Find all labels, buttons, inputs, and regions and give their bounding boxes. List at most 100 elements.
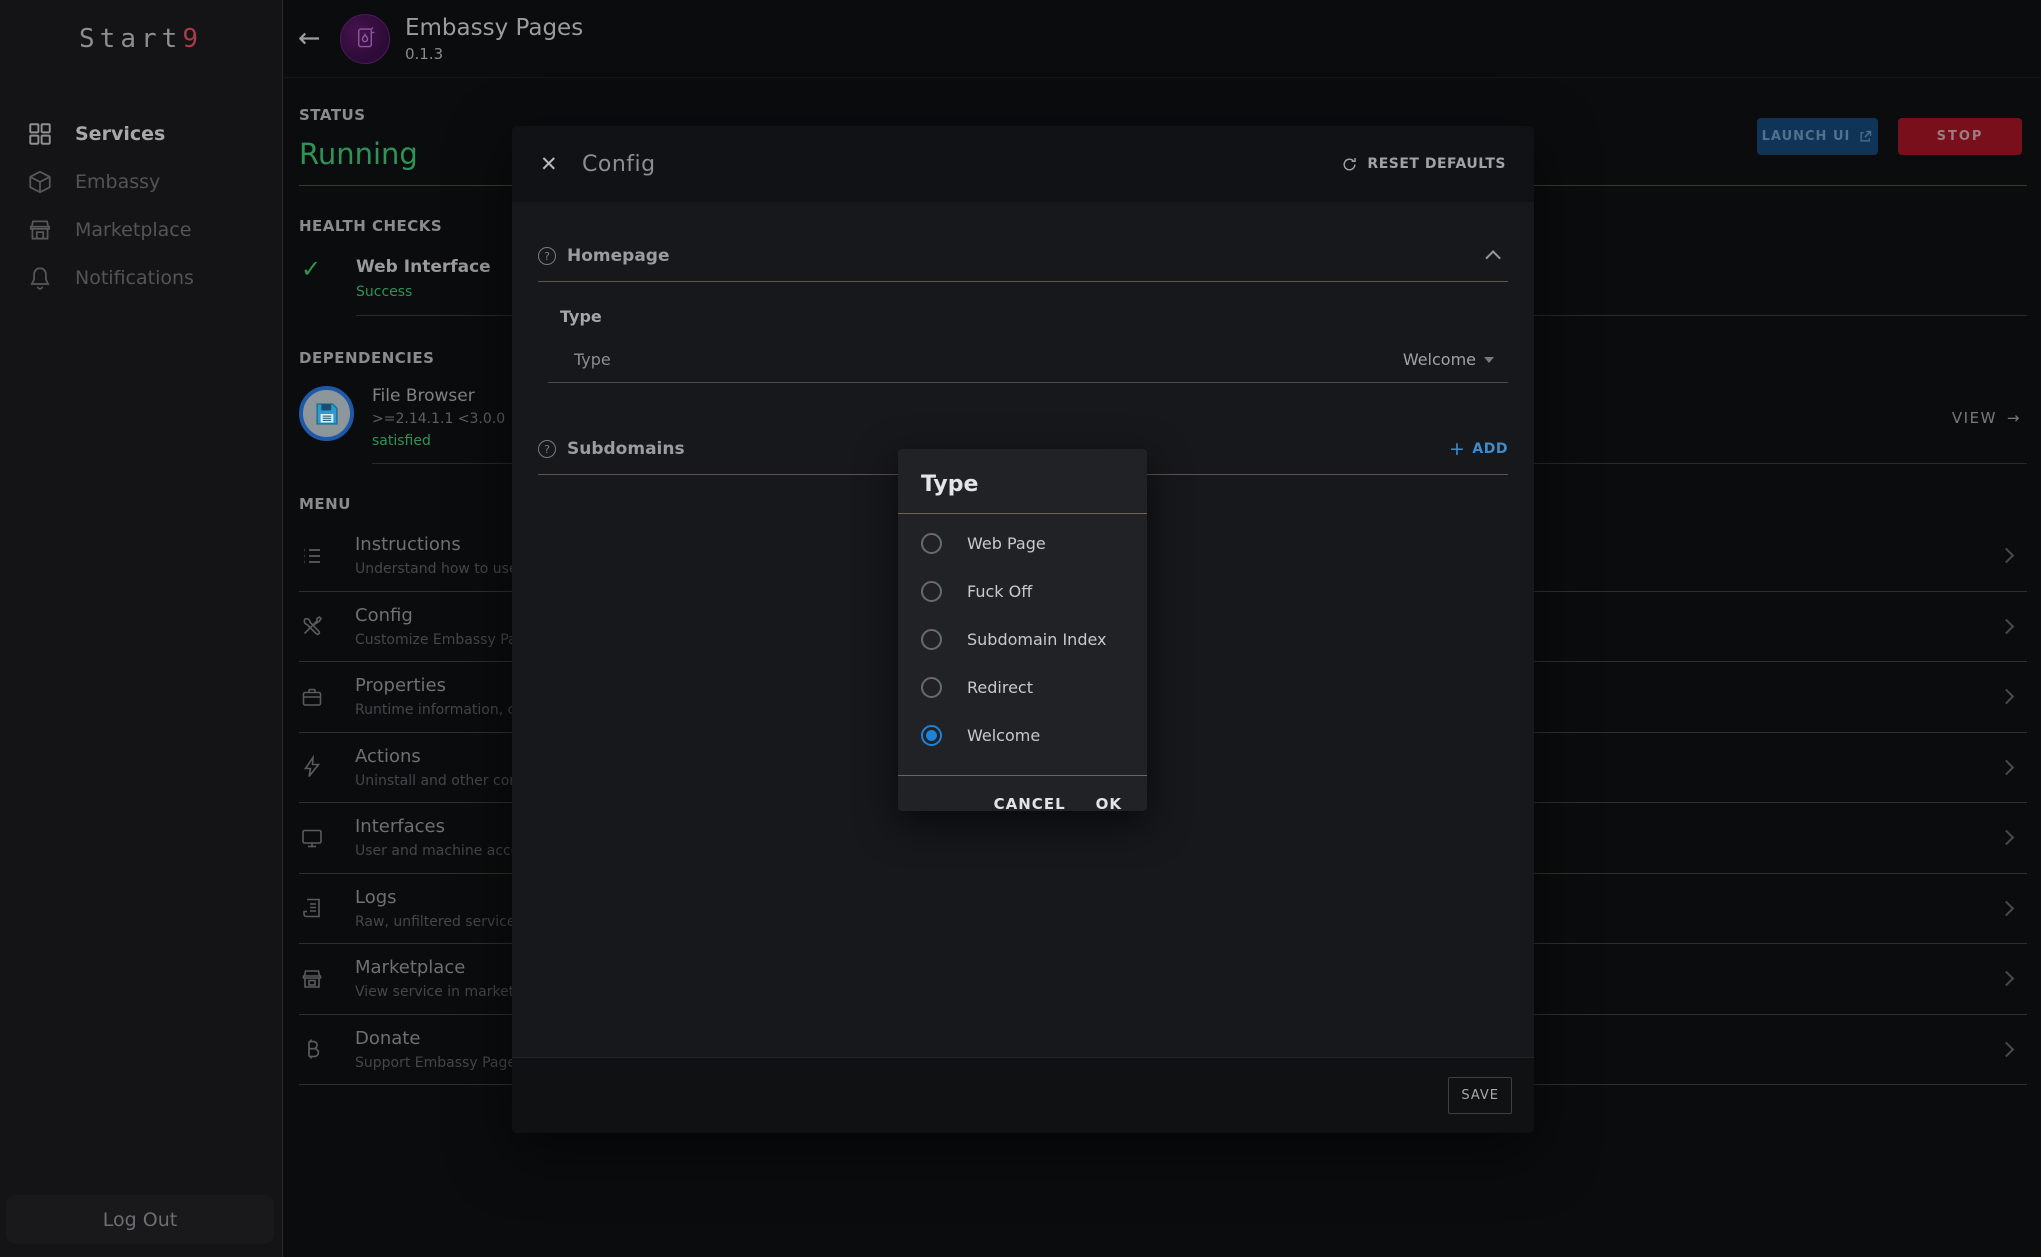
stop-button[interactable]: STOP xyxy=(1898,118,2022,155)
check-success-icon: ✓ xyxy=(299,257,356,300)
radio-option-redirect[interactable]: Redirect xyxy=(898,663,1147,711)
radio-option-welcome[interactable]: Welcome xyxy=(898,711,1147,759)
bitcoin-icon xyxy=(300,1037,324,1061)
radio-option-fuck-off[interactable]: Fuck Off xyxy=(898,567,1147,615)
logs-icon xyxy=(300,896,324,920)
menu-item-subtitle: Runtime information, cr xyxy=(355,702,521,718)
bell-icon xyxy=(27,265,53,291)
chevron-right-icon xyxy=(1999,1041,2015,1057)
homepage-section-header[interactable]: ? Homepage xyxy=(538,246,1508,266)
divider xyxy=(898,513,1147,514)
lightning-icon xyxy=(300,755,324,779)
config-modal-header: ✕ Config RESET DEFAULTS xyxy=(512,126,1534,202)
menu-item-subtitle: View service in marketpl xyxy=(355,984,527,1000)
menu-item-subtitle: Support Embassy Pages xyxy=(355,1055,523,1071)
sidebar-item-label: Embassy xyxy=(75,171,160,193)
sidebar-item-label: Services xyxy=(75,123,165,145)
config-modal-title: Config xyxy=(582,152,656,177)
menu-item-text: Actions Uninstall and other com xyxy=(355,746,523,789)
ok-button[interactable]: OK xyxy=(1096,795,1122,813)
radio-option-subdomain-index[interactable]: Subdomain Index xyxy=(898,615,1147,663)
sidebar-item-marketplace[interactable]: Marketplace xyxy=(0,206,282,254)
grid-icon xyxy=(27,121,53,147)
menu-item-title: Interfaces xyxy=(355,816,527,837)
list-icon xyxy=(300,544,324,568)
type-group-label: Type xyxy=(560,307,1508,326)
menu-item-text: Marketplace View service in marketpl xyxy=(355,957,527,1000)
dependency-info: File Browser >=2.14.1.1 <3.0.0 satisfied xyxy=(372,386,505,449)
file-browser-icon xyxy=(299,386,354,441)
type-options-list: Web Page Fuck Off Subdomain Index Redire… xyxy=(898,519,1147,759)
help-icon[interactable]: ? xyxy=(538,440,556,458)
menu-item-title: Properties xyxy=(355,675,521,696)
menu-item-subtitle: Customize Embassy Pag xyxy=(355,632,526,648)
radio-icon xyxy=(921,725,942,746)
menu-item-title: Donate xyxy=(355,1028,523,1049)
storefront-icon xyxy=(27,217,53,243)
menu-item-subtitle: Uninstall and other com xyxy=(355,773,523,789)
caret-down-icon xyxy=(1484,357,1494,363)
sidebar-item-notifications[interactable]: Notifications xyxy=(0,254,282,302)
page-title: Embassy Pages xyxy=(405,15,583,41)
cancel-button[interactable]: CANCEL xyxy=(994,795,1066,813)
type-dialog-title: Type xyxy=(898,449,1147,497)
sidebar-item-embassy[interactable]: Embassy xyxy=(0,158,282,206)
radio-option-label: Fuck Off xyxy=(967,582,1032,601)
logout-button[interactable]: Log Out xyxy=(6,1195,274,1244)
chevron-right-icon xyxy=(1999,830,2015,846)
title-block: Embassy Pages 0.1.3 xyxy=(405,15,583,63)
external-link-icon xyxy=(1858,129,1873,144)
menu-item-text: Instructions Understand how to use E xyxy=(355,534,531,577)
radio-option-label: Subdomain Index xyxy=(967,630,1107,649)
sidebar-nav: Services Embassy Marketplace Notificatio… xyxy=(0,110,282,302)
view-label: VIEW xyxy=(1952,409,1997,427)
back-arrow-icon[interactable]: ← xyxy=(298,23,340,54)
dependency-name: File Browser xyxy=(372,386,505,406)
add-label: ADD xyxy=(1472,441,1508,457)
logo-accent: 9 xyxy=(182,24,203,54)
launch-ui-label: LAUNCH UI xyxy=(1762,129,1851,144)
type-field-value: Welcome xyxy=(1403,350,1494,369)
briefcase-icon xyxy=(300,685,324,709)
type-dialog-actions: CANCEL OK xyxy=(898,776,1147,831)
chevron-right-icon xyxy=(1999,618,2015,634)
menu-item-subtitle: Understand how to use E xyxy=(355,561,531,577)
health-check-result: Success xyxy=(356,284,491,300)
type-select-field[interactable]: Type Welcome xyxy=(574,350,1494,369)
radio-option-label: Welcome xyxy=(967,726,1040,745)
menu-item-text: Interfaces User and machine acces xyxy=(355,816,527,859)
status-value: Running xyxy=(299,137,418,171)
start9-logo: Start9 xyxy=(0,24,282,54)
plus-icon: + xyxy=(1449,442,1465,456)
chevron-right-icon xyxy=(1999,759,2015,775)
radio-option-web-page[interactable]: Web Page xyxy=(898,519,1147,567)
chevron-right-icon xyxy=(1999,548,2015,564)
save-button[interactable]: SAVE xyxy=(1448,1077,1512,1114)
cube-icon xyxy=(27,169,53,195)
reset-defaults-button[interactable]: RESET DEFAULTS xyxy=(1341,156,1506,173)
radio-icon xyxy=(921,629,942,650)
health-check-info: Web Interface Success xyxy=(356,257,491,300)
tools-icon xyxy=(300,614,324,638)
field-underline xyxy=(548,382,1508,383)
radio-icon xyxy=(921,533,942,554)
menu-item-title: Config xyxy=(355,605,526,626)
launch-ui-button[interactable]: LAUNCH UI xyxy=(1757,118,1878,155)
menu-item-text: Config Customize Embassy Pag xyxy=(355,605,526,648)
radio-option-label: Redirect xyxy=(967,678,1033,697)
app-version: 0.1.3 xyxy=(405,45,583,63)
dependency-status: satisfied xyxy=(372,433,505,449)
homepage-section-title: Homepage xyxy=(567,246,670,266)
close-icon[interactable]: ✕ xyxy=(540,152,582,176)
reset-defaults-label: RESET DEFAULTS xyxy=(1367,156,1506,172)
config-modal-footer: SAVE xyxy=(512,1057,1534,1133)
menu-item-text: Donate Support Embassy Pages xyxy=(355,1028,523,1071)
chevron-up-icon[interactable] xyxy=(1485,250,1501,266)
sidebar-item-label: Notifications xyxy=(75,267,194,289)
add-subdomain-button[interactable]: + ADD xyxy=(1449,441,1508,457)
dependency-view-link[interactable]: VIEW → xyxy=(1952,409,2021,427)
type-dialog: Type Web Page Fuck Off Subdomain Index R… xyxy=(898,449,1147,811)
help-icon[interactable]: ? xyxy=(538,247,556,265)
sidebar-item-services[interactable]: Services xyxy=(0,110,282,158)
logo-text: Start xyxy=(79,24,182,54)
